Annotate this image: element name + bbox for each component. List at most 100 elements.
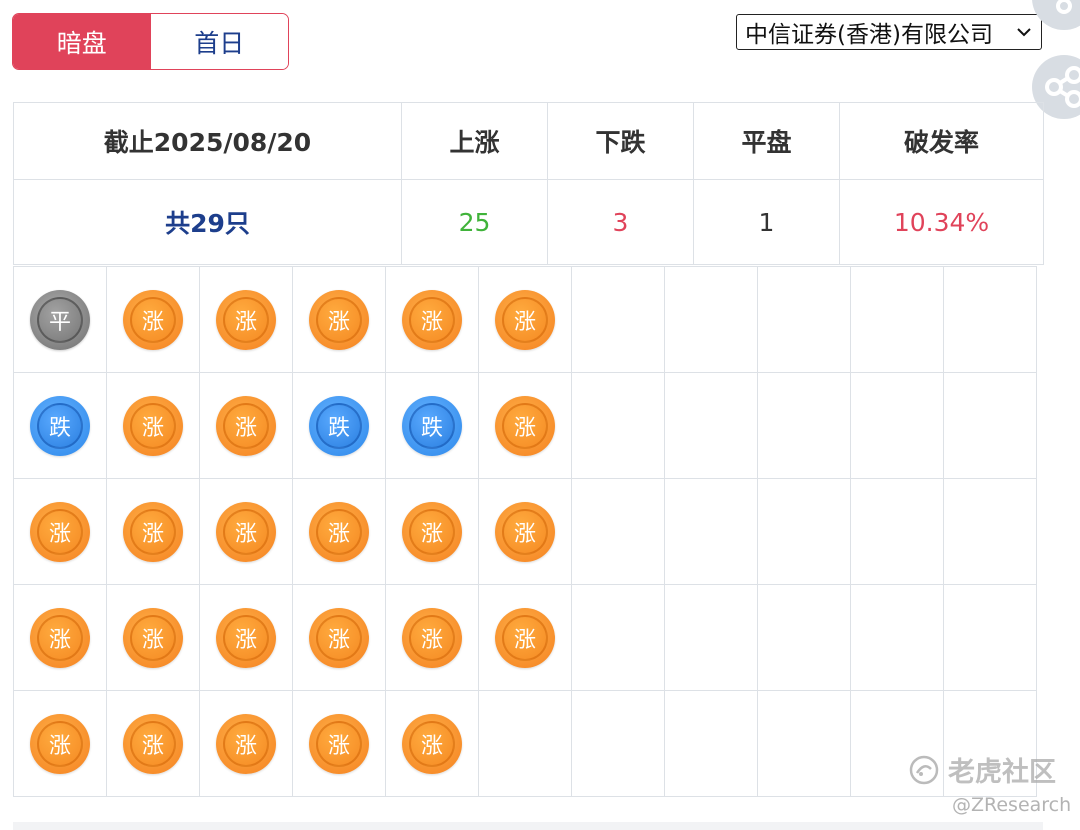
stock-coin-label: 涨 (141, 415, 164, 441)
summary-table: 截止2025/08/20 上涨 下跌 平盘 破发率 共29只 25 3 1 10… (13, 102, 1044, 265)
stock-coin-up[interactable]: 涨 (309, 713, 369, 774)
grid-cell (571, 690, 665, 797)
float-button-top[interactable] (1032, 0, 1080, 30)
grid-cell (664, 372, 758, 479)
grid-cell: 涨 (292, 690, 386, 797)
stock-coin-up[interactable]: 涨 (309, 501, 369, 562)
stock-coin-label: 涨 (420, 733, 443, 759)
grid-cell (664, 690, 758, 797)
grid-cell: 涨 (106, 478, 200, 585)
grid-cell (757, 690, 851, 797)
grid-cell (943, 372, 1037, 479)
stock-coin-label: 涨 (48, 521, 71, 547)
stock-coin-up[interactable]: 涨 (309, 607, 369, 668)
grid-row: 涨涨涨涨涨涨 (13, 478, 1037, 585)
stock-coin-up[interactable]: 涨 (30, 501, 90, 562)
stock-coin-up[interactable]: 涨 (123, 395, 183, 456)
grid-cell (571, 266, 665, 373)
grid-cell: 涨 (13, 584, 107, 691)
stock-coin-up[interactable]: 涨 (495, 395, 555, 456)
stock-coin-label: 涨 (420, 521, 443, 547)
stock-coin-up[interactable]: 涨 (309, 289, 369, 350)
stock-coin-label: 涨 (420, 309, 443, 335)
stock-coin-label: 涨 (48, 627, 71, 653)
stock-coin-label: 涨 (513, 415, 536, 441)
stock-coin-label: 涨 (48, 733, 71, 759)
grid-cell (850, 478, 944, 585)
market-tabs: 暗盘 首日 (12, 13, 289, 70)
grid-row: 平涨涨涨涨涨 (13, 266, 1037, 373)
stock-coin-up[interactable]: 涨 (402, 607, 462, 668)
grid-cell: 涨 (478, 266, 572, 373)
stock-coin-up[interactable]: 涨 (495, 289, 555, 350)
stock-coin-up[interactable]: 涨 (216, 501, 276, 562)
grid-cell (757, 478, 851, 585)
grid-row: 涨涨涨涨涨 (13, 690, 1037, 797)
grid-cell (757, 372, 851, 479)
grid-row: 涨涨涨涨涨涨 (13, 584, 1037, 691)
grid-cell (664, 584, 758, 691)
header-up: 上涨 (401, 102, 548, 180)
stock-coin-label: 涨 (234, 627, 257, 653)
stock-coin-label: 涨 (234, 733, 257, 759)
grid-cell: 涨 (292, 584, 386, 691)
stock-coin-up[interactable]: 涨 (402, 289, 462, 350)
stock-coin-down[interactable]: 跌 (309, 395, 369, 456)
stock-coin-up[interactable]: 涨 (30, 607, 90, 668)
header-break-rate: 破发率 (839, 102, 1044, 180)
summary-values-row: 共29只 25 3 1 10.34% (13, 179, 1044, 265)
stock-coin-up[interactable]: 涨 (495, 501, 555, 562)
grid-cell (664, 266, 758, 373)
grid-cell: 跌 (292, 372, 386, 479)
grid-cell: 涨 (385, 478, 479, 585)
stock-coin-up[interactable]: 涨 (402, 713, 462, 774)
grid-cell: 跌 (13, 372, 107, 479)
grid-cell (850, 266, 944, 373)
grid-cell (664, 478, 758, 585)
grid-row: 跌涨涨跌跌涨 (13, 372, 1037, 479)
grid-cell: 涨 (106, 690, 200, 797)
tiger-logo-icon (909, 755, 939, 784)
stock-coin-label: 平 (48, 309, 71, 335)
grid-cell: 跌 (385, 372, 479, 479)
grid-cell: 涨 (13, 690, 107, 797)
chevron-down-icon (1017, 28, 1031, 37)
grid-cell: 涨 (478, 478, 572, 585)
watermark-handle: @ZResearch (952, 794, 1072, 816)
tab-dark-market[interactable]: 暗盘 (13, 14, 151, 69)
stock-coin-up[interactable]: 涨 (216, 607, 276, 668)
stock-coin-up[interactable]: 涨 (495, 607, 555, 668)
stock-coin-up[interactable]: 涨 (123, 289, 183, 350)
grid-cell (571, 584, 665, 691)
stock-coin-up[interactable]: 涨 (216, 289, 276, 350)
tab-first-day[interactable]: 首日 (150, 14, 288, 69)
stock-coin-label: 涨 (234, 521, 257, 547)
stock-coin-up[interactable]: 涨 (216, 713, 276, 774)
grid-cell: 涨 (199, 584, 293, 691)
stock-grid: 平涨涨涨涨涨跌涨涨跌跌涨涨涨涨涨涨涨涨涨涨涨涨涨涨涨涨涨涨 (13, 266, 1037, 797)
stock-coin-up[interactable]: 涨 (30, 713, 90, 774)
stock-coin-up[interactable]: 涨 (123, 607, 183, 668)
grid-cell: 涨 (106, 584, 200, 691)
stock-coin-up[interactable]: 涨 (216, 395, 276, 456)
stock-coin-down[interactable]: 跌 (30, 395, 90, 456)
grid-cell: 涨 (106, 372, 200, 479)
stock-coin-label: 涨 (327, 733, 350, 759)
grid-cell (571, 372, 665, 479)
stock-coin-up[interactable]: 涨 (123, 713, 183, 774)
stock-coin-flat[interactable]: 平 (30, 289, 90, 350)
grid-cell (943, 266, 1037, 373)
grid-cell (757, 266, 851, 373)
stock-coin-up[interactable]: 涨 (123, 501, 183, 562)
stock-coin-label: 涨 (513, 627, 536, 653)
summary-header-row: 截止2025/08/20 上涨 下跌 平盘 破发率 (13, 102, 1044, 180)
grid-cell: 涨 (385, 690, 479, 797)
stock-coin-down[interactable]: 跌 (402, 395, 462, 456)
stock-coin-label: 涨 (327, 309, 350, 335)
header-down: 下跌 (547, 102, 694, 180)
watermark-brand: 老虎社区 (908, 750, 1056, 789)
grid-cell: 涨 (292, 478, 386, 585)
stock-coin-up[interactable]: 涨 (402, 501, 462, 562)
broker-select[interactable]: 中信证券(香港)有限公司 (736, 14, 1042, 50)
stock-coin-label: 涨 (141, 309, 164, 335)
